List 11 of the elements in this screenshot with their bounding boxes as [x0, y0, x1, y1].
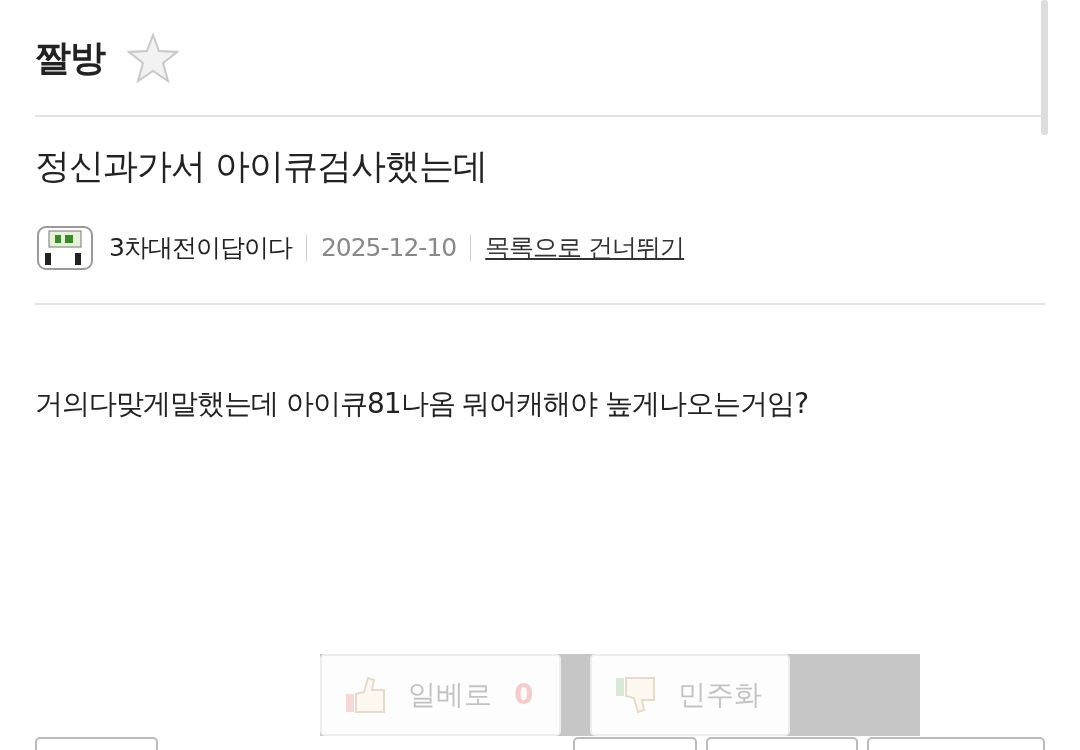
skip-link[interactable]: 목록으로 건너뛰기 — [485, 229, 685, 267]
thumbs-up-icon — [344, 676, 386, 714]
star-icon[interactable] — [127, 32, 179, 83]
board-title: 짤방 — [35, 35, 105, 80]
post-title: 정신과가서 아이큐검사했는데 — [35, 145, 489, 187]
author-name[interactable]: 3차대전이답이다 — [109, 229, 292, 267]
post-date: 2025-12-10 — [320, 232, 457, 265]
post-body: 거의다맞게말했는데 아이큐81나옴 뭐어캐해야 높게나오는거임? — [35, 386, 810, 422]
avatar-icon — [35, 223, 95, 273]
scrollbar[interactable] — [1041, 0, 1048, 135]
thumbs-down-icon — [614, 676, 657, 714]
